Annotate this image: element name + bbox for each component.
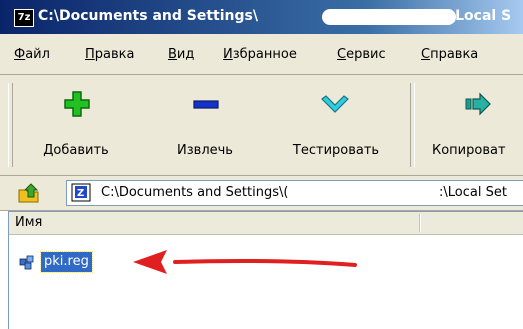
add-button-label: Добавить (43, 143, 109, 158)
test-button[interactable]: Тестировать (272, 85, 400, 165)
menu-help-accel: С (421, 47, 431, 62)
menu-view-label: ид (176, 47, 195, 62)
menu-favorites-accel: И (223, 47, 233, 62)
add-button[interactable]: Добавить (30, 85, 122, 165)
registry-file-icon (19, 255, 34, 270)
copy-arrow-icon (465, 92, 491, 116)
column-header: Имя (9, 212, 523, 235)
title-bar[interactable]: 7z C:\Documents and Settings\ \Local S (0, 0, 523, 34)
file-list: Имя pki.reg (8, 211, 523, 329)
menu-view-accel: В (168, 47, 177, 62)
up-folder-button[interactable] (16, 181, 42, 205)
plus-icon (64, 91, 90, 117)
file-name[interactable]: pki.reg (40, 251, 93, 273)
extract-button-label: Извлечь (177, 143, 233, 158)
checkmark-icon (321, 95, 349, 113)
window-title-prefix: C:\Documents and Settings\ (38, 8, 258, 24)
menu-favorites[interactable]: Избранное (223, 47, 297, 62)
menu-edit-label: равка (94, 47, 135, 62)
address-bar: Z C:\Documents and Settings\( :\Local Se… (0, 176, 523, 211)
toolbar-grip[interactable] (8, 83, 13, 167)
toolbar-separator (410, 83, 415, 167)
7zip-folder-icon: Z (71, 183, 91, 202)
menu-file-label: айл (25, 47, 50, 62)
menu-bar: Файл Правка Вид Избранное Сервис Справка (0, 34, 523, 75)
annotation-arrow (133, 250, 357, 274)
menu-help-label: правка (430, 47, 479, 62)
test-button-label: Тестировать (292, 143, 380, 158)
menu-tools[interactable]: Сервис (337, 47, 386, 62)
menu-file[interactable]: Файл (14, 47, 50, 62)
address-path-suffix: :\Local Set (439, 185, 507, 200)
column-divider[interactable] (419, 214, 420, 232)
extract-button[interactable]: Извлечь (160, 85, 250, 165)
address-field[interactable]: Z C:\Documents and Settings\( :\Local Se… (66, 180, 523, 206)
redacted-username (322, 9, 456, 25)
menu-favorites-label: збранное (232, 47, 297, 62)
menu-edit[interactable]: Правка (85, 47, 134, 62)
menu-edit-accel: П (85, 47, 95, 62)
copy-button-label: Копироват (432, 143, 506, 158)
menu-file-accel: Ф (14, 47, 26, 62)
column-name-header[interactable]: Имя (15, 215, 42, 230)
7zip-app-icon[interactable]: 7z (14, 9, 34, 27)
menu-tools-accel: С (337, 47, 347, 62)
app-window: 7z C:\Documents and Settings\ \Local S Ф… (0, 0, 523, 329)
up-folder-icon (18, 183, 39, 203)
svg-text:Z: Z (77, 188, 84, 199)
window-title-suffix: \Local S (450, 8, 512, 24)
minus-icon (193, 100, 219, 109)
menu-view[interactable]: Вид (168, 47, 194, 62)
toolbar: Добавить Извлечь Тестировать Копироват (0, 75, 523, 176)
copy-button[interactable]: Копироват (430, 85, 523, 165)
address-path-prefix: C:\Documents and Settings\( (101, 185, 289, 200)
menu-help[interactable]: Справка (421, 47, 478, 62)
menu-tools-label: ервис (346, 47, 386, 62)
